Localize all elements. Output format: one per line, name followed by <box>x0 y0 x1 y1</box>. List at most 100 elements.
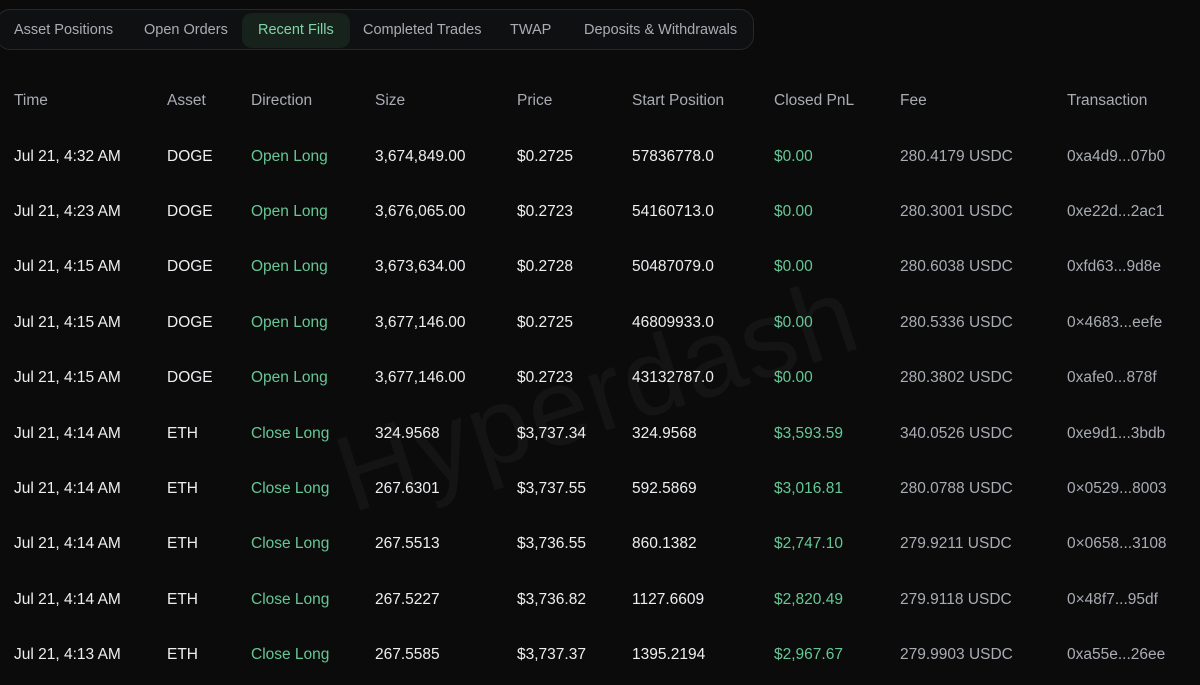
cell-fee: 280.5336 USDC <box>900 313 1013 331</box>
cell-price: $3,736.82 <box>517 590 586 608</box>
transaction-link[interactable]: 0xe22d...2ac1 <box>1067 184 1164 239</box>
cell-time: Jul 21, 4:15 AM <box>14 313 121 331</box>
transaction-link[interactable]: 0×4683...eefe <box>1067 295 1162 350</box>
cell-fee: 280.4179 USDC <box>900 147 1013 165</box>
cell-size: 3,673,634.00 <box>375 258 466 276</box>
table-row: Jul 21, 4:15 AM DOGE Open Long 3,673,634.00… <box>0 240 1200 295</box>
cell-time: Jul 21, 4:32 AM <box>14 147 121 165</box>
transaction-link[interactable]: 0xa4d9...07b0 <box>1067 129 1165 184</box>
cell-closed-pnl: $2,820.49 <box>774 590 843 608</box>
cell-time: Jul 21, 4:23 AM <box>14 203 121 221</box>
recent-fills-panel: Asset Positions Open Orders Recent Fills… <box>0 0 1200 685</box>
cell-start-position: 592.5869 <box>632 480 697 498</box>
cell-price: $3,737.37 <box>517 646 586 664</box>
transaction-link[interactable]: 0xfd63...9d8e <box>1067 240 1161 295</box>
cell-closed-pnl: $3,593.59 <box>774 424 843 442</box>
cell-time: Jul 21, 4:14 AM <box>14 480 121 498</box>
cell-fee: 279.9211 USDC <box>900 535 1012 553</box>
cell-time: Jul 21, 4:14 AM <box>14 535 121 553</box>
tab-recent-fills[interactable]: Recent Fills <box>242 13 350 48</box>
table-body: Jul 21, 4:32 AM DOGE Open Long 3,674,849.00… <box>0 129 1200 683</box>
cell-direction: Open Long <box>251 203 328 221</box>
cell-direction: Open Long <box>251 369 328 387</box>
cell-fee: 280.3802 USDC <box>900 369 1013 387</box>
column-header-transaction: Transaction <box>1067 92 1148 109</box>
cell-asset: DOGE <box>167 258 213 276</box>
transaction-link[interactable]: 0×0529...8003 <box>1067 461 1167 516</box>
column-header-time: Time <box>14 92 48 109</box>
cell-start-position: 1395.2194 <box>632 646 706 664</box>
table-row: Jul 21, 4:15 AM DOGE Open Long 3,677,146.00… <box>0 351 1200 406</box>
transaction-link[interactable]: 0xa55e...26ee <box>1067 628 1165 683</box>
cell-closed-pnl: $0.00 <box>774 258 813 276</box>
column-header-size: Size <box>375 92 406 109</box>
cell-direction: Close Long <box>251 646 330 664</box>
cell-closed-pnl: $0.00 <box>774 203 813 221</box>
cell-closed-pnl: $0.00 <box>774 313 813 331</box>
cell-direction: Open Long <box>251 258 328 276</box>
cell-start-position: 46809933.0 <box>632 313 714 331</box>
cell-asset: ETH <box>167 424 198 442</box>
cell-fee: 279.9118 USDC <box>900 590 1012 608</box>
column-header-start-position: Start Position <box>632 92 725 109</box>
cell-asset: DOGE <box>167 369 213 387</box>
cell-fee: 279.9903 USDC <box>900 646 1013 664</box>
column-header-fee: Fee <box>900 92 927 109</box>
cell-size: 267.5227 <box>375 590 440 608</box>
cell-size: 267.6301 <box>375 480 440 498</box>
column-header-closed-pnl: Closed PnL <box>774 92 855 109</box>
cell-time: Jul 21, 4:15 AM <box>14 258 121 276</box>
transaction-link[interactable]: 0xe9d1...3bdb <box>1067 406 1165 461</box>
tab-twap[interactable]: TWAP <box>510 13 551 48</box>
cell-fee: 280.0788 USDC <box>900 480 1013 498</box>
cell-asset: DOGE <box>167 147 213 165</box>
cell-start-position: 324.9568 <box>632 424 697 442</box>
cell-price: $3,737.55 <box>517 480 586 498</box>
cell-direction: Open Long <box>251 313 328 331</box>
cell-asset: ETH <box>167 535 198 553</box>
cell-start-position: 57836778.0 <box>632 147 714 165</box>
transaction-link[interactable]: 0×0658...3108 <box>1067 517 1167 572</box>
column-header-direction: Direction <box>251 92 313 109</box>
transaction-link[interactable]: 0×48f7...95df <box>1067 572 1158 627</box>
cell-size: 3,677,146.00 <box>375 369 466 387</box>
cell-direction: Close Long <box>251 424 330 442</box>
cell-asset: ETH <box>167 646 198 664</box>
cell-time: Jul 21, 4:14 AM <box>14 590 121 608</box>
table-row: Jul 21, 4:23 AM DOGE Open Long 3,676,065.00… <box>0 184 1200 239</box>
cell-size: 3,674,849.00 <box>375 147 466 165</box>
cell-asset: DOGE <box>167 203 213 221</box>
cell-direction: Close Long <box>251 480 330 498</box>
cell-fee: 280.6038 USDC <box>900 258 1013 276</box>
transaction-link[interactable]: 0xafe0...878f <box>1067 351 1157 406</box>
cell-start-position: 54160713.0 <box>632 203 714 221</box>
column-header-asset: Asset <box>167 92 206 109</box>
cell-size: 324.9568 <box>375 424 440 442</box>
cell-size: 267.5513 <box>375 535 440 553</box>
cell-size: 3,676,065.00 <box>375 203 466 221</box>
cell-start-position: 50487079.0 <box>632 258 714 276</box>
cell-fee: 280.3001 USDC <box>900 203 1013 221</box>
cell-price: $0.2725 <box>517 147 574 165</box>
cell-time: Jul 21, 4:15 AM <box>14 369 121 387</box>
cell-closed-pnl: $2,967.67 <box>774 646 843 664</box>
cell-price: $3,736.55 <box>517 535 586 553</box>
cell-price: $0.2725 <box>517 313 574 331</box>
tab-deposits-withdrawals[interactable]: Deposits & Withdrawals <box>584 13 737 48</box>
cell-start-position: 860.1382 <box>632 535 697 553</box>
tab-open-orders[interactable]: Open Orders <box>144 13 228 48</box>
cell-direction: Close Long <box>251 535 330 553</box>
tab-completed-trades[interactable]: Completed Trades <box>363 13 481 48</box>
cell-direction: Close Long <box>251 590 330 608</box>
cell-price: $0.2723 <box>517 369 574 387</box>
cell-time: Jul 21, 4:13 AM <box>14 646 121 664</box>
cell-asset: DOGE <box>167 313 213 331</box>
tab-asset-positions[interactable]: Asset Positions <box>14 13 113 48</box>
cell-closed-pnl: $3,016.81 <box>774 480 843 498</box>
cell-start-position: 43132787.0 <box>632 369 714 387</box>
table-row: Jul 21, 4:14 AM ETH Close Long 267.5227 $3,7… <box>0 572 1200 627</box>
table-row: Jul 21, 4:15 AM DOGE Open Long 3,677,146.00… <box>0 295 1200 350</box>
cell-direction: Open Long <box>251 147 328 165</box>
table-row: Jul 21, 4:14 AM ETH Close Long 267.5513 $3,7… <box>0 517 1200 572</box>
table-row: Jul 21, 4:13 AM ETH Close Long 267.5585 $3,7… <box>0 628 1200 683</box>
